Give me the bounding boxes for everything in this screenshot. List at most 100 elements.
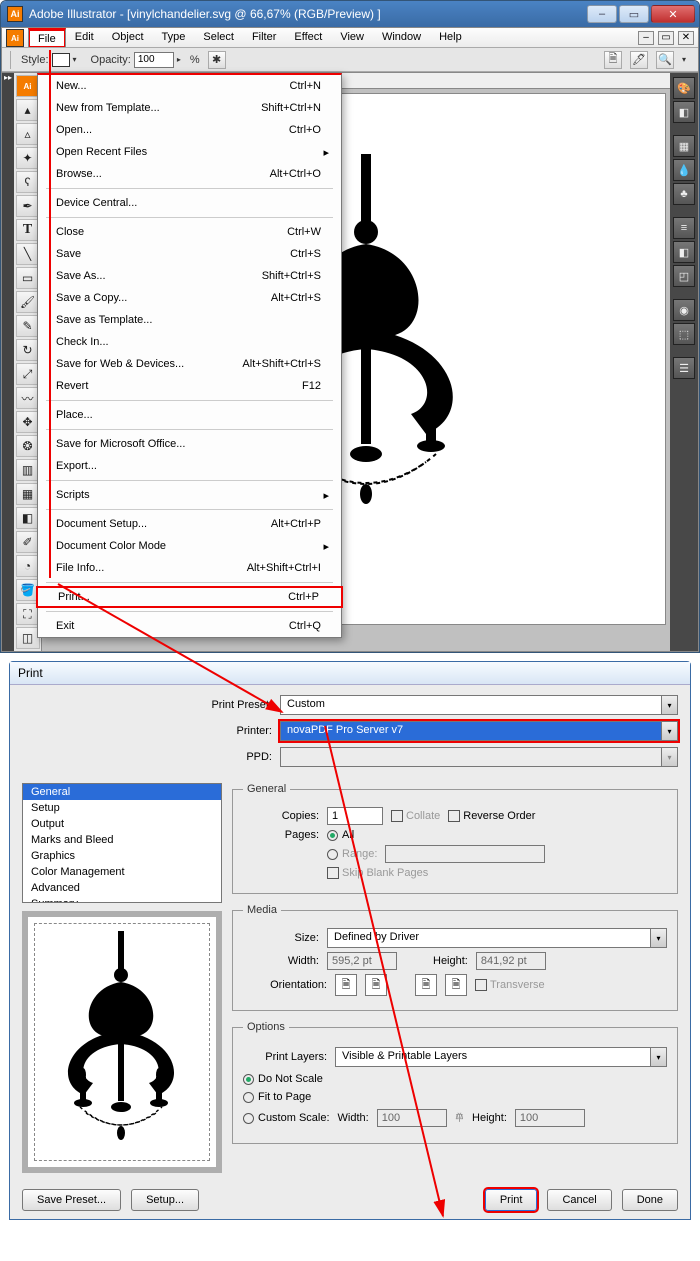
setup-button[interactable]: Setup... <box>131 1189 199 1211</box>
file-menu-item[interactable]: Browse...Alt+Ctrl+O <box>38 163 341 185</box>
file-menu-item[interactable]: New...Ctrl+N <box>38 75 341 97</box>
menu-help[interactable]: Help <box>430 28 471 47</box>
gradient-tool-icon[interactable]: ◧ <box>16 507 40 529</box>
menu-select[interactable]: Select <box>194 28 243 47</box>
eraser-tool-icon[interactable]: ◫ <box>16 627 40 649</box>
print-button[interactable]: Print <box>485 1189 538 1211</box>
color-guide-icon[interactable]: ◧ <box>673 101 695 123</box>
preferences-icon[interactable]: 🖊 <box>630 51 648 69</box>
done-button[interactable]: Done <box>622 1189 678 1211</box>
selection-tool-icon[interactable]: ▴ <box>16 99 40 121</box>
rotate-tool-icon[interactable]: ↻ <box>16 339 40 361</box>
sidebar-item-summary[interactable]: Summary <box>23 896 221 903</box>
mesh-tool-icon[interactable]: ▦ <box>16 483 40 505</box>
reverse-order-checkbox[interactable]: Reverse Order <box>448 810 535 822</box>
line-tool-icon[interactable]: ╲ <box>16 243 40 265</box>
magic-wand-tool-icon[interactable]: ✦ <box>16 147 40 169</box>
portrait-down-icon[interactable]: 🗎 <box>415 974 437 996</box>
file-menu-item[interactable]: Scripts▸ <box>38 484 341 506</box>
brushes-icon[interactable]: 💧 <box>673 159 695 181</box>
app-menu-icon[interactable]: Ai <box>6 29 24 47</box>
rectangle-tool-icon[interactable]: ▭ <box>16 267 40 289</box>
file-menu-item[interactable]: Document Color Mode▸ <box>38 535 341 557</box>
scale-tool-icon[interactable]: ⤢ <box>16 363 40 385</box>
eyedropper-tool-icon[interactable]: ✐ <box>16 531 40 553</box>
menu-window[interactable]: Window <box>373 28 430 47</box>
landscape-right-icon[interactable]: 🗎 <box>445 974 467 996</box>
symbols-icon[interactable]: ♣ <box>673 183 695 205</box>
sidebar-item-setup[interactable]: Setup <box>23 800 221 816</box>
close-button[interactable]: ✕ <box>651 5 695 23</box>
menu-edit[interactable]: Edit <box>66 28 103 47</box>
custom-scale-radio[interactable]: Custom Scale: <box>243 1112 330 1124</box>
sidebar-item-output[interactable]: Output <box>23 816 221 832</box>
print-section-list[interactable]: General Setup Output Marks and Bleed Gra… <box>22 783 222 903</box>
file-menu-item[interactable]: SaveCtrl+S <box>38 243 341 265</box>
file-menu-item[interactable]: New from Template...Shift+Ctrl+N <box>38 97 341 119</box>
file-menu-item[interactable]: Device Central... <box>38 192 341 214</box>
file-menu-item[interactable]: Save As...Shift+Ctrl+S <box>38 265 341 287</box>
opacity-input[interactable] <box>134 52 174 68</box>
copies-input[interactable] <box>327 807 383 825</box>
link-icon[interactable]: 𐄷 <box>455 1111 464 1126</box>
swatches-icon[interactable]: ▦ <box>673 135 695 157</box>
file-menu-item[interactable]: RevertF12 <box>38 375 341 397</box>
appearance-icon[interactable]: ◉ <box>673 299 695 321</box>
minimize-button[interactable]: – <box>587 5 617 23</box>
document-setup-icon[interactable]: 🗎 <box>604 51 622 69</box>
fit-to-page-radio[interactable]: Fit to Page <box>243 1091 311 1103</box>
direct-selection-tool-icon[interactable]: ▵ <box>16 123 40 145</box>
ai-tool-icon[interactable]: Ai <box>16 75 40 97</box>
palette-icon[interactable]: 🎨 <box>673 77 695 99</box>
search-icon[interactable]: 🔍 <box>656 51 674 69</box>
pages-all-radio[interactable]: All <box>327 829 354 841</box>
print-layers-dropdown[interactable]: Visible & Printable Layers ▾ <box>335 1047 667 1067</box>
file-menu-item[interactable]: Save as Template... <box>38 309 341 331</box>
cancel-button[interactable]: Cancel <box>547 1189 611 1211</box>
gradient-icon[interactable]: ◧ <box>673 241 695 263</box>
menu-filter[interactable]: Filter <box>243 28 285 47</box>
file-menu-item[interactable]: ExitCtrl+Q <box>38 615 341 637</box>
sidebar-item-advanced[interactable]: Advanced <box>23 880 221 896</box>
sidebar-item-general[interactable]: General <box>23 784 221 800</box>
menu-view[interactable]: View <box>331 28 373 47</box>
printer-dropdown[interactable]: novaPDF Pro Server v7 ▾ <box>280 721 678 741</box>
free-transform-tool-icon[interactable]: ✥ <box>16 411 40 433</box>
chevron-down-icon[interactable]: ▾ <box>661 722 677 740</box>
stroke-icon[interactable]: ≡ <box>673 217 695 239</box>
warp-tool-icon[interactable]: 〰 <box>16 387 40 409</box>
menu-object[interactable]: Object <box>103 28 153 47</box>
file-menu-item[interactable]: Check In... <box>38 331 341 353</box>
file-menu-item[interactable]: Document Setup...Alt+Ctrl+P <box>38 513 341 535</box>
file-menu-item[interactable]: Open...Ctrl+O <box>38 119 341 141</box>
graph-tool-icon[interactable]: ▥ <box>16 459 40 481</box>
file-menu-item[interactable]: Export... <box>38 455 341 477</box>
chevron-down-icon[interactable]: ▾ <box>650 929 666 947</box>
style-swatch-icon[interactable] <box>52 53 70 67</box>
file-menu-item[interactable]: Place... <box>38 404 341 426</box>
landscape-left-icon[interactable]: 🗎 <box>365 974 387 996</box>
sidebar-item-color[interactable]: Color Management <box>23 864 221 880</box>
menu-file[interactable]: File <box>28 28 66 47</box>
mdi-restore-icon[interactable]: ▭ <box>658 31 674 45</box>
file-menu-item[interactable]: Print...Ctrl+P <box>36 586 343 608</box>
file-menu-item[interactable]: Save for Microsoft Office... <box>38 433 341 455</box>
flyout-icon[interactable]: ✱ <box>208 51 226 69</box>
sidebar-item-marks[interactable]: Marks and Bleed <box>23 832 221 848</box>
symbol-sprayer-tool-icon[interactable]: ❂ <box>16 435 40 457</box>
chevron-down-icon[interactable]: ▾ <box>650 1048 666 1066</box>
chevron-down-icon[interactable]: ▾ <box>682 55 692 64</box>
file-menu-item[interactable]: Save a Copy...Alt+Ctrl+S <box>38 287 341 309</box>
graphic-styles-icon[interactable]: ⬚ <box>673 323 695 345</box>
sidebar-item-graphics[interactable]: Graphics <box>23 848 221 864</box>
style-field[interactable]: Style: ▾ <box>21 53 83 67</box>
chevron-down-icon[interactable]: ▾ <box>661 696 677 714</box>
expand-panels-strip[interactable]: ▸▸ <box>2 73 14 651</box>
mdi-close-icon[interactable]: ✕ <box>678 31 694 45</box>
layers-icon[interactable]: ☰ <box>673 357 695 379</box>
pencil-tool-icon[interactable]: ✎ <box>16 315 40 337</box>
print-preset-dropdown[interactable]: Custom ▾ <box>280 695 678 715</box>
lasso-tool-icon[interactable]: ʕ <box>16 171 40 193</box>
chevron-down-icon[interactable]: ▸ <box>177 55 187 64</box>
media-size-dropdown[interactable]: Defined by Driver ▾ <box>327 928 667 948</box>
